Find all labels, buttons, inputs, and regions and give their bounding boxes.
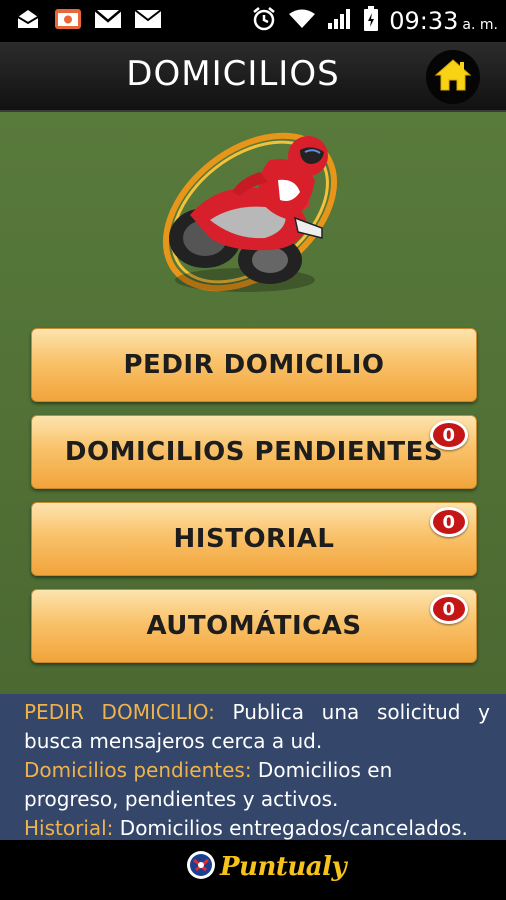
pedir-domicilio-label: PEDIR DOMICILIO — [123, 350, 385, 380]
description-key: PEDIR DOMICILIO: — [24, 700, 215, 724]
brand-logo: Puntualy — [186, 850, 347, 884]
description-key: Domicilios pendientes: — [24, 758, 252, 782]
description-panel: PEDIR DOMICILIO: Publica una solicitud y… — [0, 694, 506, 840]
app-header: DOMICILIOS — [0, 42, 506, 112]
automaticas-label: AUTOMÁTICAS — [146, 611, 362, 641]
footer: Puntualy — [0, 840, 506, 900]
signal-icon — [327, 8, 353, 34]
description-text: Domicilios entregados/cancelados. — [113, 816, 468, 840]
description-item: Historial: Domicilios entregados/cancela… — [24, 814, 490, 843]
brand-name: Puntualy — [220, 852, 347, 882]
description-item: PEDIR DOMICILIO: Publica una solicitud y… — [24, 698, 490, 756]
home-button[interactable] — [426, 50, 480, 104]
historial-count-badge: 0 — [430, 507, 468, 537]
mail-icon — [134, 7, 162, 31]
pedir-domicilio-button[interactable]: PEDIR DOMICILIO — [31, 328, 477, 402]
automaticas-count-badge: 0 — [430, 594, 468, 624]
wifi-icon — [287, 8, 317, 34]
clock-time: 09:33 — [389, 7, 459, 35]
historial-button[interactable]: HISTORIAL 0 — [31, 502, 477, 576]
pendientes-count-badge: 0 — [430, 420, 468, 450]
description-item: Domicilios pendientes: Domicilios en pro… — [24, 756, 490, 814]
main-panel: PEDIR DOMICILIO DOMICILIOS PENDIENTES 0 … — [0, 112, 506, 694]
clock-ampm: a. m. — [462, 17, 498, 33]
domicilios-pendientes-label: DOMICILIOS PENDIENTES — [64, 437, 444, 467]
automaticas-button[interactable]: AUTOMÁTICAS 0 — [31, 589, 477, 663]
camera-icon — [54, 7, 82, 31]
status-bar: 09:33 a. m. — [0, 0, 506, 42]
domicilios-pendientes-button[interactable]: DOMICILIOS PENDIENTES 0 — [31, 415, 477, 489]
battery-icon — [363, 6, 379, 36]
description-key: Historial: — [24, 816, 114, 840]
gmail-icon — [94, 7, 122, 31]
home-icon — [434, 58, 472, 96]
motorcycle-rider-logo — [150, 120, 350, 309]
brand-emblem-icon — [186, 850, 216, 884]
historial-label: HISTORIAL — [173, 524, 335, 554]
envelope-down-icon — [14, 7, 42, 31]
alarm-icon — [251, 6, 277, 36]
